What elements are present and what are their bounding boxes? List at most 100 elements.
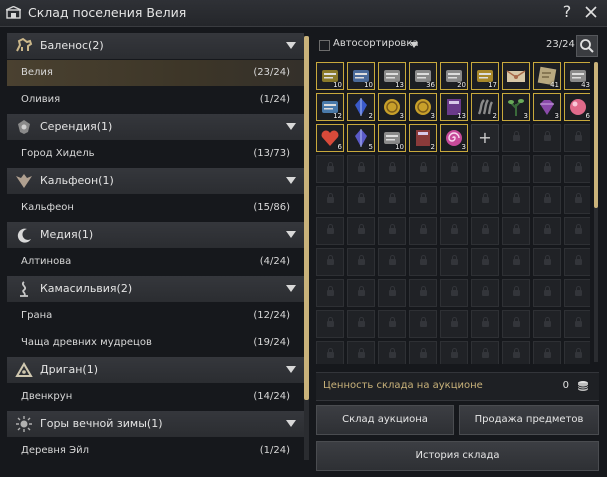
- town-item[interactable]: Двенкрун (14/24): [7, 384, 304, 410]
- storage-icon: [6, 6, 21, 19]
- auto-sort-checkbox[interactable]: [319, 40, 330, 51]
- locked-slot: [409, 341, 437, 364]
- locked-slot: [316, 310, 344, 338]
- locked-slot: [533, 217, 561, 245]
- chevron-down-icon: [410, 42, 418, 48]
- region-header[interactable]: Кальфеон(1): [7, 168, 304, 194]
- lock-icon: [544, 255, 551, 265]
- storage-slot[interactable]: 3: [533, 93, 561, 121]
- item-quantity: 6: [337, 143, 342, 151]
- lock-icon: [544, 162, 551, 172]
- town-item[interactable]: Город Хидель (13/73): [7, 141, 304, 167]
- region-header[interactable]: Серендия(1): [7, 114, 304, 140]
- region-header[interactable]: Камасильвия(2): [7, 276, 304, 302]
- region-header[interactable]: Баленос(2): [7, 33, 304, 59]
- lock-icon: [482, 255, 489, 265]
- storage-slot[interactable]: 2: [409, 124, 437, 152]
- storage-slot[interactable]: 2: [347, 93, 375, 121]
- locked-slot: [440, 310, 468, 338]
- locked-slot: [378, 248, 406, 276]
- lock-icon: [358, 193, 365, 203]
- storage-slot[interactable]: [502, 62, 530, 90]
- auction-value-row: Ценность склада на аукционе 0: [316, 372, 599, 401]
- town-item[interactable]: Оливия (1/24): [7, 87, 304, 113]
- storage-slot[interactable]: 10: [316, 62, 344, 90]
- locked-slot: [564, 248, 590, 276]
- region-name: Кальфеон(1): [40, 174, 114, 187]
- storage-slot[interactable]: 17: [471, 62, 499, 90]
- town-item[interactable]: Чаща древних мудрецов (19/24): [7, 330, 304, 356]
- region-header[interactable]: Медия(1): [7, 222, 304, 248]
- lock-icon: [451, 193, 458, 203]
- lock-icon: [482, 162, 489, 172]
- coin-stack-icon: [577, 381, 589, 391]
- storage-history-button[interactable]: История склада: [316, 441, 599, 471]
- storage-slot[interactable]: 6: [316, 124, 344, 152]
- scrollbar-thumb[interactable]: [304, 36, 309, 400]
- storage-slot[interactable]: 41: [533, 62, 561, 90]
- item-quantity: 3: [430, 112, 435, 120]
- lock-icon: [451, 162, 458, 172]
- storage-slot[interactable]: 43: [564, 62, 590, 90]
- locked-slot: [533, 155, 561, 183]
- lock-icon: [358, 224, 365, 234]
- storage-slot[interactable]: 5: [347, 124, 375, 152]
- storage-slot[interactable]: 12: [316, 93, 344, 121]
- storage-slot[interactable]: 3: [502, 93, 530, 121]
- locked-slot: [533, 124, 561, 152]
- town-item[interactable]: Деревня Эйл (1/24): [7, 438, 304, 461]
- town-storage-count: (12/24): [253, 310, 290, 321]
- locked-slot: [564, 341, 590, 364]
- town-item[interactable]: Велия (23/24): [7, 60, 304, 86]
- expand-slot-button[interactable]: +: [471, 124, 499, 152]
- close-button[interactable]: [582, 3, 600, 21]
- auto-sort-label: Автосортировка: [333, 38, 419, 49]
- lock-icon: [544, 193, 551, 203]
- lock-icon: [513, 131, 520, 141]
- lock-icon: [451, 317, 458, 327]
- item-quantity: 41: [550, 81, 559, 89]
- storage-scrollbar[interactable]: [594, 62, 598, 362]
- storage-slot[interactable]: 20: [440, 62, 468, 90]
- storage-slot[interactable]: 3: [378, 93, 406, 121]
- lock-icon: [482, 348, 489, 358]
- help-button[interactable]: ?: [558, 3, 576, 21]
- chevron-down-icon: [286, 420, 296, 427]
- region-header[interactable]: Дриган(1): [7, 357, 304, 383]
- storage-slot[interactable]: 36: [409, 62, 437, 90]
- storage-slot[interactable]: 3: [409, 93, 437, 121]
- town-list-scrollbar[interactable]: [304, 36, 309, 460]
- lock-icon: [575, 224, 582, 234]
- close-icon: [585, 6, 597, 18]
- sell-items-button[interactable]: Продажа предметов: [459, 405, 599, 435]
- crest-icon: [18, 120, 30, 134]
- town-storage-count: (23/24): [253, 67, 290, 78]
- scrollbar-thumb[interactable]: [594, 62, 598, 208]
- search-button[interactable]: [576, 35, 598, 57]
- lock-icon: [389, 348, 396, 358]
- region-header[interactable]: Горы вечной зимы(1): [7, 411, 304, 437]
- storage-slot[interactable]: 13: [378, 62, 406, 90]
- auction-storage-button[interactable]: Склад аукциона: [316, 405, 454, 435]
- lock-icon: [327, 317, 334, 327]
- locked-slot: [409, 310, 437, 338]
- town-name: Грана: [21, 310, 53, 321]
- storage-slot[interactable]: 10: [347, 62, 375, 90]
- town-item[interactable]: Грана (12/24): [7, 303, 304, 329]
- storage-slot[interactable]: 2: [471, 93, 499, 121]
- town-storage-count: (14/24): [253, 391, 290, 402]
- lock-icon: [389, 255, 396, 265]
- lock-icon: [544, 224, 551, 234]
- auto-sort-dropdown[interactable]: Автосортировка: [317, 37, 425, 53]
- storage-slot[interactable]: 6: [564, 93, 590, 121]
- town-item[interactable]: Алтинова (4/24): [7, 249, 304, 275]
- tree-icon: [20, 281, 28, 297]
- town-item[interactable]: Кальфеон (15/86): [7, 195, 304, 221]
- item-quantity: 12: [333, 112, 342, 120]
- lock-icon: [513, 317, 520, 327]
- storage-slot[interactable]: 13: [440, 93, 468, 121]
- storage-slot[interactable]: 3: [440, 124, 468, 152]
- locked-slot: [409, 155, 437, 183]
- town-name: Город Хидель: [21, 148, 95, 159]
- storage-slot[interactable]: 10: [378, 124, 406, 152]
